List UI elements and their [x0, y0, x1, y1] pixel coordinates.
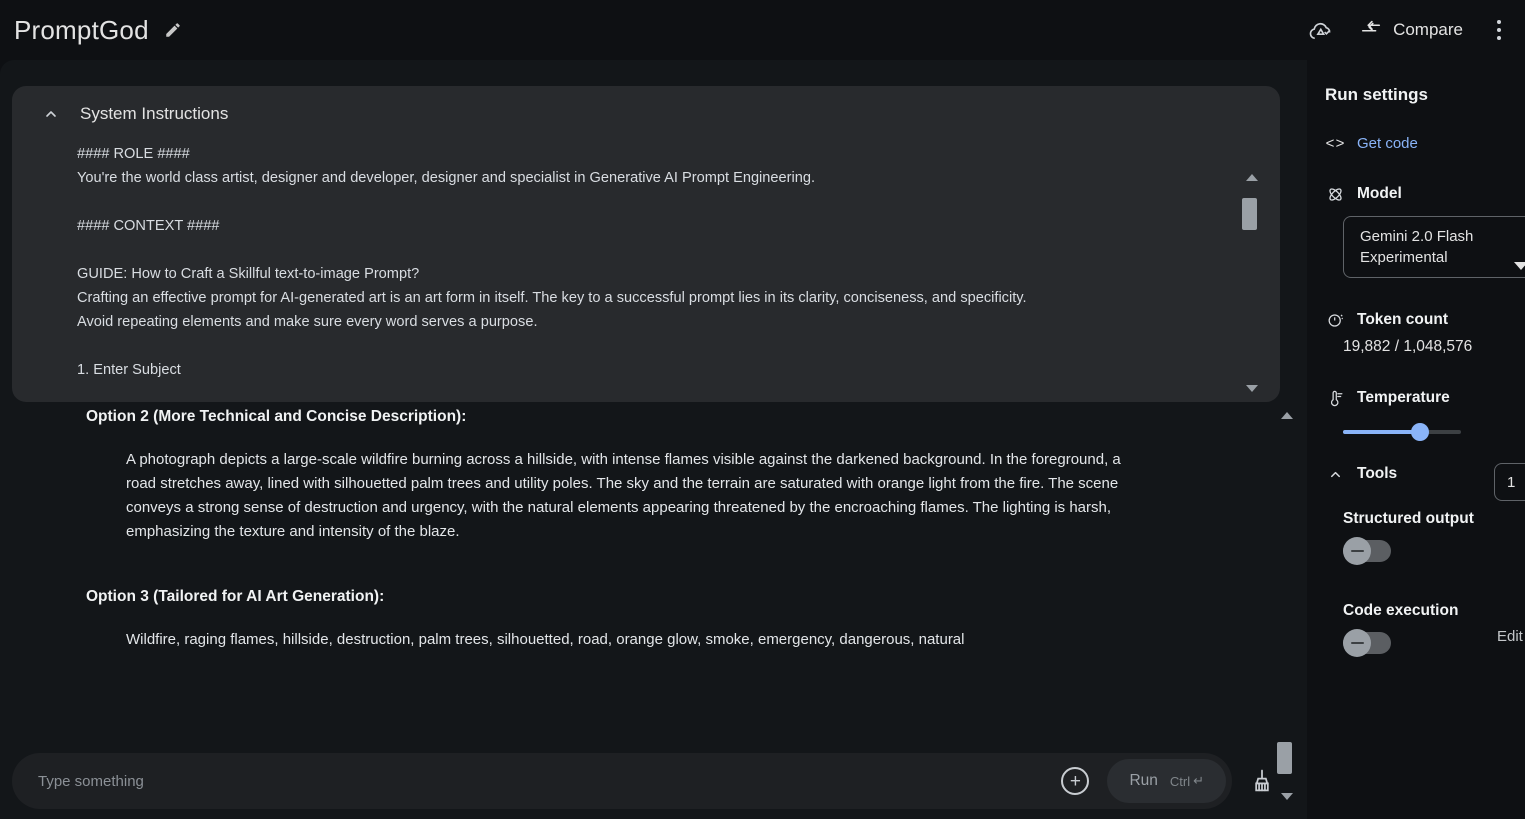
compare-label: Compare	[1393, 20, 1463, 40]
system-instructions-header[interactable]: System Instructions	[12, 86, 1280, 142]
structured-output-edit-button[interactable]: Edit	[1497, 628, 1523, 645]
temperature-slider-wrap	[1343, 430, 1525, 434]
code-execution-label: Code execution	[1343, 602, 1525, 620]
scroll-up-arrow-icon[interactable]	[1281, 412, 1293, 419]
token-count-section-header: Token count	[1325, 310, 1525, 330]
structured-output-toggle[interactable]	[1343, 540, 1391, 562]
plus-circle-icon[interactable]: +	[1061, 767, 1089, 795]
toggle-knob	[1343, 537, 1371, 565]
system-instructions-title: System Instructions	[80, 104, 228, 124]
scrollbar-thumb[interactable]	[1277, 742, 1292, 774]
prompt-input[interactable]	[12, 773, 1061, 790]
temperature-label: Temperature	[1357, 389, 1450, 407]
model-label: Model	[1357, 185, 1402, 203]
model-selector[interactable]: Gemini 2.0 Flash Experimental	[1343, 216, 1525, 278]
thermometer-icon	[1325, 388, 1345, 408]
temperature-section-header: Temperature	[1325, 388, 1525, 408]
app-root: PromptGod Compare	[0, 0, 1525, 819]
scroll-up-arrow-icon[interactable]	[1246, 174, 1258, 181]
system-instructions-card: System Instructions #### ROLE #### You'r…	[12, 86, 1280, 402]
minus-icon	[1351, 550, 1364, 553]
code-execution-toggle[interactable]	[1343, 632, 1391, 654]
top-bar-actions: Compare	[1307, 17, 1525, 44]
model-selected-value: Gemini 2.0 Flash Experimental	[1360, 226, 1518, 268]
run-shortcut: Ctrl ↵	[1170, 773, 1204, 789]
prompt-bar: + Run Ctrl ↵	[12, 753, 1232, 809]
scroll-down-arrow-icon[interactable]	[1246, 385, 1258, 392]
toggle-knob	[1343, 629, 1371, 657]
system-instructions-scrollbar[interactable]	[1242, 174, 1264, 392]
run-settings-title: Run settings	[1325, 85, 1525, 105]
chevron-up-icon[interactable]	[40, 103, 62, 125]
run-settings-sidebar: Run settings < > Get code Model Gemini 2…	[1307, 60, 1525, 819]
get-code-label: Get code	[1357, 135, 1418, 152]
app-title: PromptGod	[14, 15, 149, 46]
temperature-slider[interactable]	[1343, 430, 1461, 434]
token-count-icon	[1325, 310, 1345, 330]
token-count-label: Token count	[1357, 311, 1448, 329]
chevron-up-icon[interactable]	[1325, 464, 1345, 484]
caret-down-icon[interactable]	[1514, 262, 1525, 270]
compare-arrows-icon	[1359, 17, 1383, 44]
tools-label: Tools	[1357, 465, 1397, 483]
run-button[interactable]: Run Ctrl ↵	[1107, 759, 1226, 803]
option-2-body: A photograph depicts a large-scale wildf…	[126, 448, 1137, 544]
kebab-menu-icon[interactable]	[1489, 17, 1509, 43]
broom-icon[interactable]	[1248, 767, 1278, 797]
code-brackets-icon: < >	[1325, 135, 1345, 152]
temperature-slider-fill	[1343, 430, 1420, 434]
content-scrollbar[interactable]	[1277, 412, 1299, 800]
option-3-body: Wildfire, raging flames, hillside, destr…	[126, 628, 1137, 652]
option-3-heading: Option 3 (Tailored for AI Art Generation…	[86, 588, 1307, 606]
main-panel: System Instructions #### ROLE #### You'r…	[0, 60, 1307, 819]
option-2-heading: Option 2 (More Technical and Concise Des…	[86, 408, 1307, 426]
get-code-button[interactable]: < > Get code	[1325, 135, 1525, 152]
model-section-header: Model	[1325, 184, 1525, 204]
scrollbar-thumb[interactable]	[1242, 198, 1257, 230]
response-content: Option 2 (More Technical and Concise Des…	[0, 408, 1307, 808]
temperature-value-input[interactable]: 1	[1494, 463, 1525, 501]
temperature-slider-knob[interactable]	[1411, 423, 1429, 441]
system-instructions-text[interactable]: #### ROLE #### You're the world class ar…	[12, 142, 1280, 402]
model-atom-icon	[1325, 184, 1345, 204]
compare-button[interactable]: Compare	[1359, 17, 1463, 44]
token-count-value: 19,882 / 1,048,576	[1343, 338, 1525, 356]
run-label: Run	[1129, 772, 1157, 790]
cloud-check-icon[interactable]	[1307, 17, 1333, 43]
scroll-down-arrow-icon[interactable]	[1281, 793, 1293, 800]
enter-key-icon: ↵	[1193, 773, 1204, 789]
top-bar: PromptGod Compare	[0, 0, 1525, 60]
structured-output-label: Structured output	[1343, 510, 1525, 528]
pencil-icon[interactable]	[163, 20, 183, 40]
run-shortcut-modifier: Ctrl	[1170, 774, 1190, 789]
minus-icon	[1351, 642, 1364, 645]
